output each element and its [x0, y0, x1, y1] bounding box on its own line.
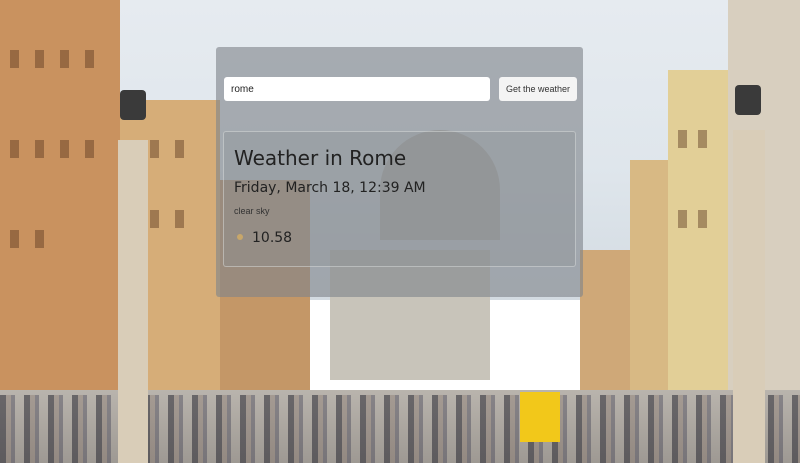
street-lamp-icon [120, 90, 146, 120]
sun-icon [237, 234, 243, 240]
get-weather-button[interactable]: Get the weather [499, 77, 577, 101]
delivery-van [520, 392, 560, 442]
weather-title: Weather in Rome [234, 146, 407, 170]
weather-panel: Get the weather Weather in Rome Friday, … [216, 47, 583, 297]
lamp-post [733, 130, 765, 463]
weather-card: Weather in Rome Friday, March 18, 12:39 … [223, 131, 576, 267]
building [580, 250, 635, 400]
weather-description: clear sky [234, 206, 270, 216]
building [630, 160, 672, 400]
street-lamp-icon [735, 85, 761, 115]
building [668, 70, 730, 410]
city-search-input[interactable] [224, 77, 490, 101]
weather-datetime: Friday, March 18, 12:39 AM [234, 180, 426, 196]
building [0, 0, 120, 430]
lamp-post [118, 140, 148, 463]
temperature-value: 10.58 [252, 230, 293, 246]
